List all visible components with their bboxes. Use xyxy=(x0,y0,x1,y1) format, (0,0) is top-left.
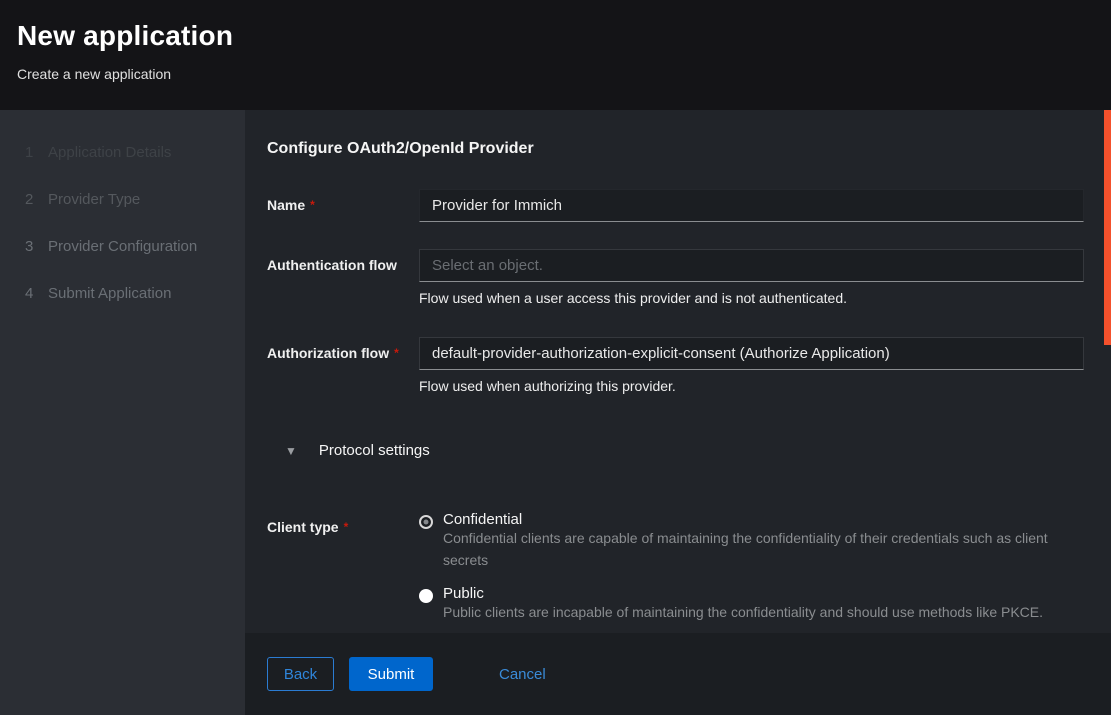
step-number: 1 xyxy=(25,144,48,161)
page-header: New application Create a new application xyxy=(0,0,1111,110)
step-number: 4 xyxy=(25,285,48,302)
form-row-name: Name* xyxy=(267,189,1084,222)
radio-confidential-label[interactable]: Confidential xyxy=(443,511,1084,528)
wizard-footer: Back Submit Cancel xyxy=(245,633,1111,715)
client-type-option-public: Public Public clients are incapable of m… xyxy=(419,585,1084,624)
vertical-scrollbar-thumb[interactable] xyxy=(1104,110,1111,345)
name-label: Name* xyxy=(267,189,419,222)
radio-confidential[interactable] xyxy=(419,515,433,529)
form-row-client-type: Client type* Confidential Confidential c… xyxy=(267,511,1084,623)
authorization-flow-select[interactable]: default-provider-authorization-explicit-… xyxy=(419,337,1084,370)
select-placeholder: Select an object. xyxy=(432,257,543,274)
protocol-settings-toggle[interactable]: ▼ Protocol settings xyxy=(285,442,430,459)
radio-public-description: Public clients are incapable of maintain… xyxy=(443,604,1043,620)
radio-public-label[interactable]: Public xyxy=(443,585,1043,602)
back-button[interactable]: Back xyxy=(267,657,334,691)
step-number: 3 xyxy=(25,238,48,255)
chevron-down-icon: ▼ xyxy=(285,445,297,457)
form-row-authentication-flow: Authentication flow Select an object. Fl… xyxy=(267,249,1084,309)
required-asterisk: * xyxy=(394,346,399,360)
step-label: Provider Type xyxy=(48,191,140,208)
radio-confidential-description: Confidential clients are capable of main… xyxy=(443,530,1048,568)
select-value: default-provider-authorization-explicit-… xyxy=(432,345,890,362)
authentication-flow-label: Authentication flow xyxy=(267,249,419,309)
wizard-main-panel: Configure OAuth2/OpenId Provider Name* A… xyxy=(245,110,1111,633)
sidebar-step-submit-application[interactable]: 4 Submit Application xyxy=(0,275,245,312)
wizard-steps-sidebar: 1 Application Details 2 Provider Type 3 … xyxy=(0,110,245,715)
page-subtitle: Create a new application xyxy=(17,66,1087,82)
step-label: Application Details xyxy=(48,144,171,161)
authorization-flow-label: Authorization flow* xyxy=(267,337,419,397)
protocol-settings-label: Protocol settings xyxy=(319,442,430,459)
client-type-label: Client type* xyxy=(267,511,419,623)
form-row-authorization-flow: Authorization flow* default-provider-aut… xyxy=(267,337,1084,397)
sidebar-step-application-details[interactable]: 1 Application Details xyxy=(0,134,245,171)
submit-button[interactable]: Submit xyxy=(349,657,433,691)
client-type-option-confidential: Confidential Confidential clients are ca… xyxy=(419,511,1084,571)
sidebar-step-provider-configuration[interactable]: 3 Provider Configuration xyxy=(0,228,245,265)
authentication-flow-select[interactable]: Select an object. xyxy=(419,249,1084,282)
page-title: New application xyxy=(17,20,1087,52)
form-heading: Configure OAuth2/OpenId Provider xyxy=(267,140,1084,158)
step-label: Provider Configuration xyxy=(48,238,197,255)
step-number: 2 xyxy=(25,191,48,208)
authentication-flow-helper: Flow used when a user access this provid… xyxy=(419,289,1084,309)
radio-public[interactable] xyxy=(419,589,433,603)
name-input[interactable] xyxy=(419,189,1084,222)
required-asterisk: * xyxy=(344,520,349,534)
cancel-link[interactable]: Cancel xyxy=(499,666,546,683)
step-label: Submit Application xyxy=(48,285,171,302)
authorization-flow-helper: Flow used when authorizing this provider… xyxy=(419,377,1084,397)
sidebar-step-provider-type[interactable]: 2 Provider Type xyxy=(0,181,245,218)
required-asterisk: * xyxy=(310,198,315,212)
